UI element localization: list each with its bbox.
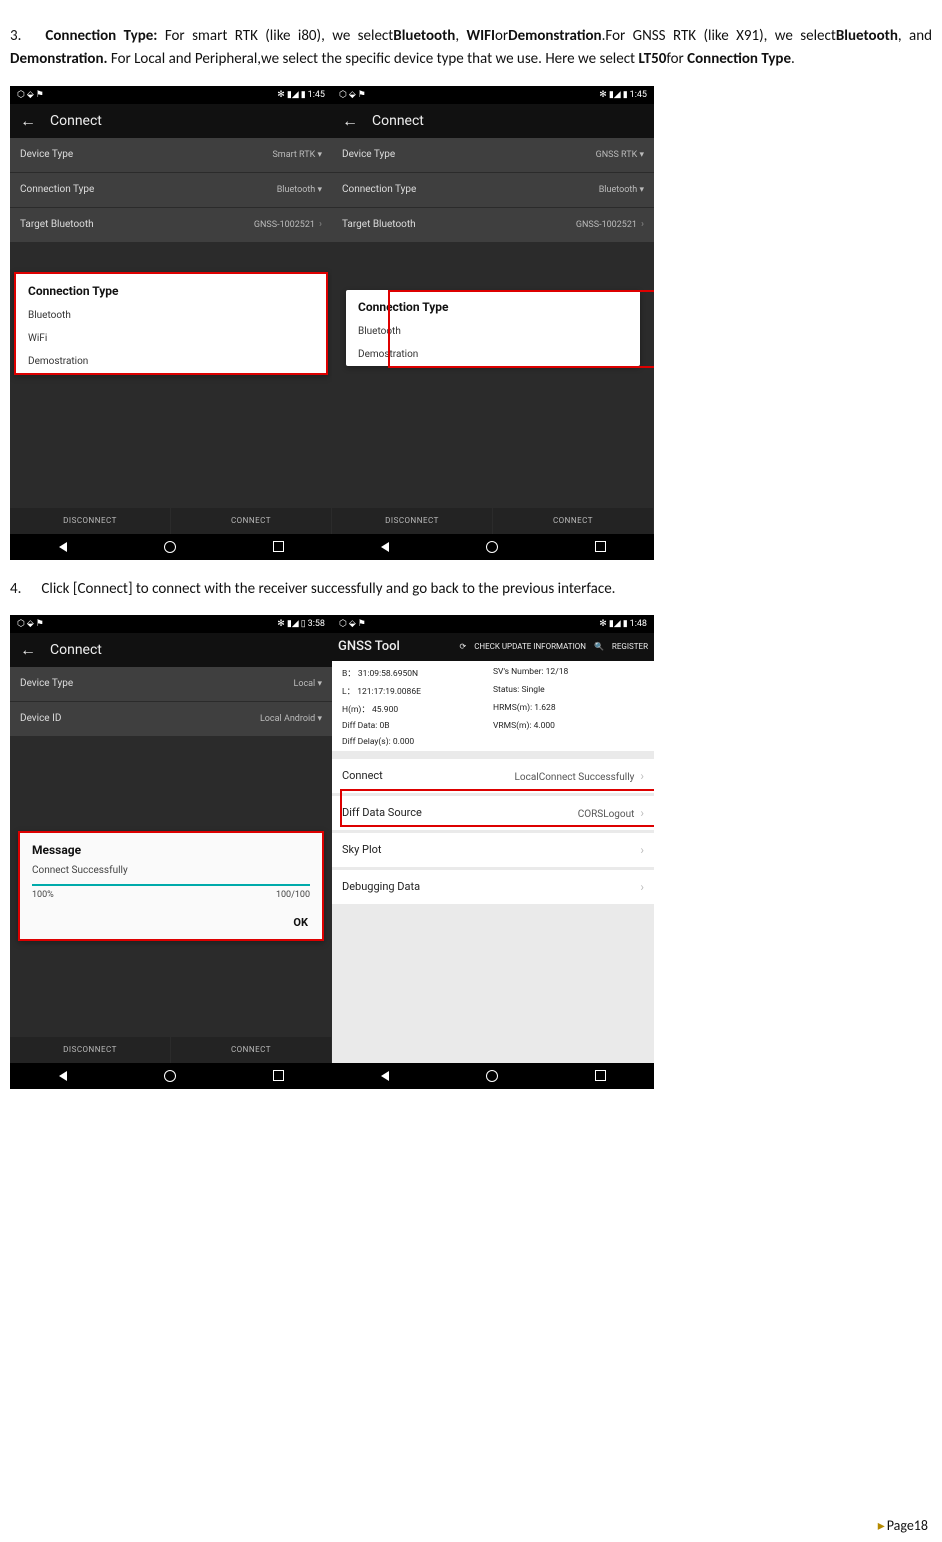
title: Connect	[50, 642, 102, 658]
step3-label: Connection Type:	[45, 27, 157, 45]
option-bluetooth[interactable]: Bluetooth	[346, 320, 640, 343]
refresh-icon[interactable]: ⟳	[460, 642, 467, 651]
popup-title: Connection Type	[346, 290, 640, 320]
back-icon[interactable]: ←	[20, 640, 36, 660]
status-bar: ⬡⬙⚑ ✻▮◢▮1:45	[332, 86, 654, 104]
row-device-type[interactable]: Device Type GNSS RTK ▾	[332, 138, 654, 173]
step4-number: 4.	[10, 578, 38, 601]
screenshot-connect-success: ⬡⬙⚑ ✻▮◢▯3:58 ← Connect Device Type Local…	[10, 615, 332, 1089]
back-icon[interactable]: ←	[20, 111, 36, 131]
message-dialog: Message Connect Successfully 100% 100/100…	[18, 831, 324, 941]
row-diff-data-source[interactable]: Diff Data Source CORSLogout›	[332, 796, 654, 833]
android-nav-bar	[10, 534, 332, 560]
connect-button[interactable]: CONNECT	[171, 1037, 332, 1063]
chevron-right-icon: ›	[641, 219, 644, 230]
nav-recent-icon[interactable]	[273, 1070, 284, 1081]
connect-button[interactable]: CONNECT	[171, 508, 332, 534]
chevron-right-icon: ›	[640, 769, 644, 783]
message-body: Connect Successfully	[20, 861, 322, 884]
title-bar: ← Connect	[10, 104, 332, 138]
nav-back-icon[interactable]	[59, 542, 67, 552]
row-device-id[interactable]: Device ID Local Android ▾	[10, 702, 332, 737]
option-bluetooth[interactable]: Bluetooth	[16, 304, 326, 327]
check-update-label[interactable]: CHECK UPDATE INFORMATION	[474, 642, 586, 651]
step3-number: 3.	[10, 25, 38, 48]
row-target-bluetooth[interactable]: Target Bluetooth GNSS-1002521›	[10, 208, 332, 243]
nav-recent-icon[interactable]	[273, 541, 284, 552]
chevron-right-icon: ›	[319, 219, 322, 230]
disconnect-button[interactable]: DISCONNECT	[10, 508, 171, 534]
title: Connect	[372, 113, 424, 129]
option-demonstration[interactable]: Demostration	[346, 343, 640, 366]
step4-text: Click [Connect] to connect with the rece…	[41, 580, 615, 598]
title-bar: ← Connect	[10, 633, 332, 667]
row-debugging-data[interactable]: Debugging Data ›	[332, 870, 654, 907]
ok-button[interactable]: OK	[20, 910, 322, 939]
chevron-right-icon: ›	[640, 880, 644, 894]
title-bar: ← Connect	[332, 104, 654, 138]
search-icon[interactable]: 🔍	[594, 642, 604, 651]
status-bar: ⬡⬙⚑ ✻▮◢▮1:48	[332, 615, 654, 633]
step3-paragraph: 3. Connection Type: For smart RTK (like …	[10, 25, 932, 72]
screenshots-row-2: ⬡⬙⚑ ✻▮◢▯3:58 ← Connect Device Type Local…	[10, 615, 932, 1089]
connection-type-popup: Connection Type Bluetooth Demostration	[346, 290, 640, 366]
row-device-type[interactable]: Device Type Local ▾	[10, 667, 332, 702]
disconnect-button[interactable]: DISCONNECT	[332, 508, 493, 534]
progress-percent: 100%	[32, 890, 54, 900]
nav-home-icon[interactable]	[486, 1070, 498, 1082]
android-nav-bar	[332, 1063, 654, 1089]
connection-type-popup: Connection Type Bluetooth WiFi Demostrat…	[14, 272, 328, 375]
step4-paragraph: 4. Click [Connect] to connect with the r…	[10, 578, 932, 601]
page-number: Page18	[887, 1517, 928, 1534]
disconnect-button[interactable]: DISCONNECT	[10, 1037, 171, 1063]
nav-home-icon[interactable]	[486, 541, 498, 553]
row-device-type[interactable]: Device Type Smart RTK ▾	[10, 138, 332, 173]
android-nav-bar	[332, 534, 654, 560]
progress-count: 100/100	[276, 890, 310, 900]
message-title: Message	[20, 833, 322, 861]
nav-back-icon[interactable]	[381, 1071, 389, 1081]
bottom-button-bar: DISCONNECT CONNECT	[332, 508, 654, 534]
chevron-right-icon: ›	[640, 843, 644, 857]
nav-home-icon[interactable]	[164, 541, 176, 553]
title: GNSS Tool	[338, 639, 400, 654]
nav-back-icon[interactable]	[381, 542, 389, 552]
chevron-right-icon: ›	[640, 806, 644, 820]
screenshots-row-1: ⬡⬙⚑ ✻▮◢▮1:45 ← Connect Device Type Smart…	[10, 86, 932, 560]
bottom-button-bar: DISCONNECT CONNECT	[10, 1037, 332, 1063]
option-wifi[interactable]: WiFi	[16, 327, 326, 350]
info-panel: B： 31:09:58.6950N SV's Number: 12/18 L： …	[332, 661, 654, 751]
row-connection-type[interactable]: Connection Type Bluetooth ▾	[332, 173, 654, 208]
page-footer: ▸Page18	[878, 1517, 928, 1534]
nav-recent-icon[interactable]	[595, 1070, 606, 1081]
screenshot-gnss-rtk: ⬡⬙⚑ ✻▮◢▮1:45 ← Connect Device Type GNSS …	[332, 86, 654, 560]
register-label[interactable]: REGISTER	[612, 642, 648, 651]
nav-recent-icon[interactable]	[595, 541, 606, 552]
nav-back-icon[interactable]	[59, 1071, 67, 1081]
status-bar: ⬡⬙⚑ ✻▮◢▯3:58	[10, 615, 332, 633]
option-demonstration[interactable]: Demostration	[16, 350, 326, 373]
footer-marker-icon: ▸	[878, 1517, 885, 1534]
connect-button[interactable]: CONNECT	[493, 508, 654, 534]
row-sky-plot[interactable]: Sky Plot ›	[332, 833, 654, 870]
title-bar: GNSS Tool ⟳ CHECK UPDATE INFORMATION 🔍 R…	[332, 633, 654, 661]
android-nav-bar	[10, 1063, 332, 1089]
bottom-button-bar: DISCONNECT CONNECT	[10, 508, 332, 534]
screenshot-gnss-tool: ⬡⬙⚑ ✻▮◢▮1:48 GNSS Tool ⟳ CHECK UPDATE IN…	[332, 615, 654, 1089]
back-icon[interactable]: ←	[342, 111, 358, 131]
popup-title: Connection Type	[16, 274, 326, 304]
screenshot-smart-rtk: ⬡⬙⚑ ✻▮◢▮1:45 ← Connect Device Type Smart…	[10, 86, 332, 560]
row-connection-type[interactable]: Connection Type Bluetooth ▾	[10, 173, 332, 208]
status-bar: ⬡⬙⚑ ✻▮◢▮1:45	[10, 86, 332, 104]
nav-home-icon[interactable]	[164, 1070, 176, 1082]
row-target-bluetooth[interactable]: Target Bluetooth GNSS-1002521›	[332, 208, 654, 243]
row-connect[interactable]: Connect LocalConnect Successfully›	[332, 759, 654, 796]
title: Connect	[50, 113, 102, 129]
